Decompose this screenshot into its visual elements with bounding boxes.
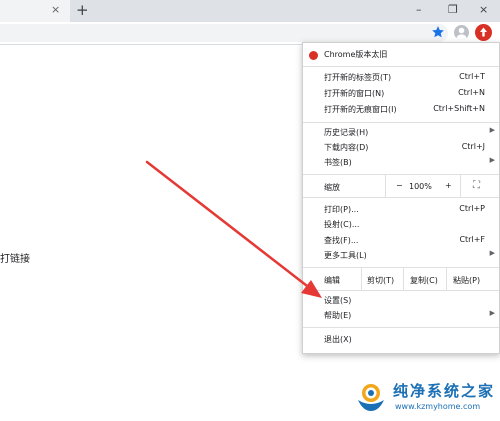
annotation-arrow-icon [145, 160, 322, 298]
watermark-title: 纯净系统之家 [393, 382, 496, 400]
watermark-url: www.kzmyhome.com [395, 402, 481, 411]
watermark-logo-icon [358, 384, 384, 411]
